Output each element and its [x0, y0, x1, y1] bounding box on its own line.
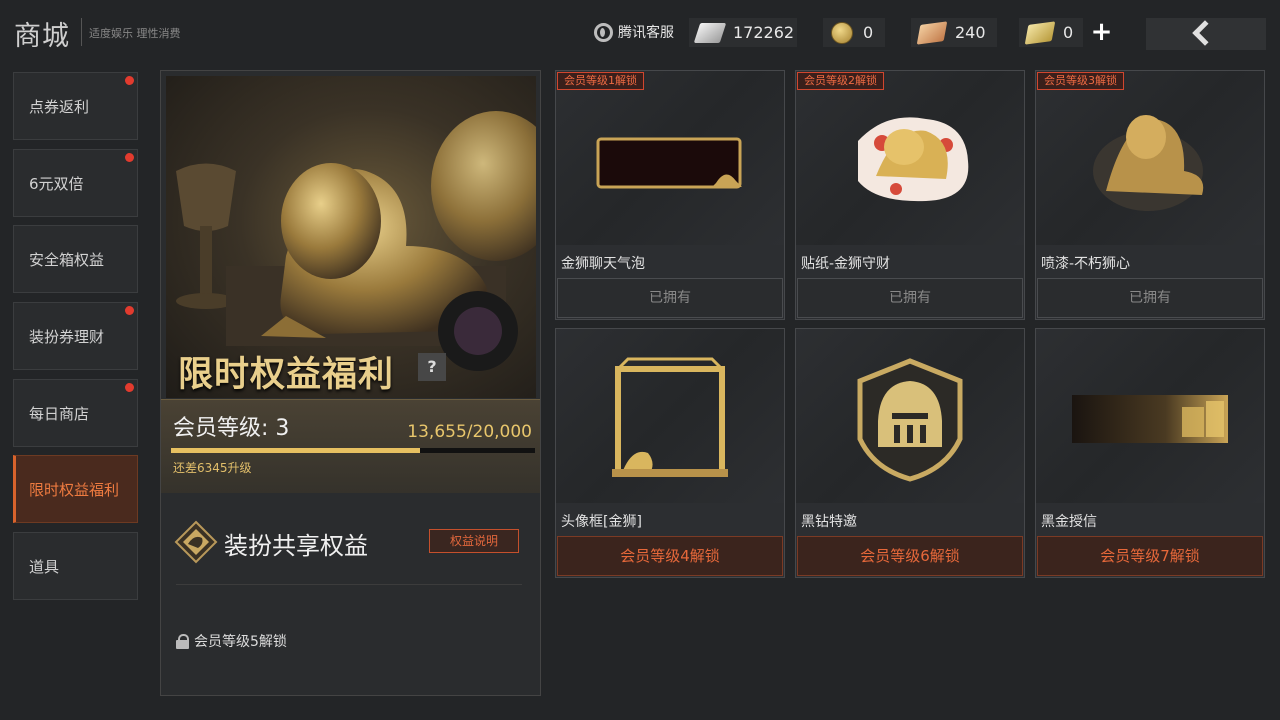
notification-badge: [125, 306, 134, 315]
lion-sticker-icon: [858, 117, 969, 202]
sidebar-item-double[interactable]: 6元双倍: [13, 149, 138, 217]
sidebar-item-limited-benefits[interactable]: 限时权益福利: [13, 455, 138, 523]
xp-progress-fill: [171, 448, 420, 453]
member-level-panel: 会员等级: 3 13,655/20,000 还差6345升级: [161, 399, 540, 493]
page-subtitle: 适度娱乐 理性消费: [89, 27, 181, 40]
reward-item-sticker[interactable]: 会员等级2解锁 贴纸-金狮守财 已拥有: [795, 70, 1025, 320]
currency-value: 240: [955, 23, 986, 42]
item-art: [556, 329, 784, 503]
item-name: 金狮聊天气泡: [561, 256, 645, 272]
currency-coin[interactable]: 0: [823, 18, 885, 47]
sidebar-item-finance[interactable]: 装扮券理财: [13, 302, 138, 370]
sidebar-item-label: 道具: [29, 557, 60, 576]
chat-bubble-frame-icon: [596, 137, 742, 189]
currency-value: 0: [1063, 23, 1074, 42]
knight-helmet-emblem-icon: [857, 358, 963, 482]
item-unlock-status[interactable]: 会员等级4解锁: [557, 536, 783, 576]
lion-spray-icon: [1093, 115, 1204, 211]
sidebar-item-label: 安全箱权益: [29, 250, 105, 269]
item-name: 喷漆-不朽狮心: [1041, 256, 1131, 272]
item-art: [796, 71, 1024, 245]
item-unlock-status[interactable]: 会员等级7解锁: [1037, 536, 1263, 576]
chevron-left-icon: [1192, 20, 1218, 46]
item-owned-status: 已拥有: [557, 278, 783, 318]
customer-service-button[interactable]: 腾讯客服: [594, 22, 674, 42]
item-art: [556, 71, 784, 245]
help-button[interactable]: ?: [418, 353, 446, 381]
sidebar-item-label: 6元双倍: [29, 174, 84, 193]
item-art: [796, 329, 1024, 503]
sidebar-item-label: 限时权益福利: [29, 480, 120, 499]
coin-icon: [831, 21, 853, 44]
item-name: 贴纸-金狮守财: [801, 256, 891, 272]
currency-voucher[interactable]: 240: [911, 18, 997, 47]
currency-ticket[interactable]: 172262: [689, 18, 797, 47]
unlock-requirement: 会员等级5解锁: [176, 631, 287, 651]
share-benefit-icon: [174, 520, 218, 564]
unlock-level-tag: 会员等级1解锁: [557, 72, 644, 90]
unlock-level-tag: 会员等级2解锁: [797, 72, 884, 90]
gold-voucher-icon: [1024, 20, 1056, 45]
currency-value: 172262: [733, 23, 795, 42]
section-divider: [176, 584, 522, 585]
ticket-icon: [693, 22, 727, 43]
unlock-requirement-text: 会员等级5解锁: [194, 634, 287, 650]
member-level-label: 会员等级: 3: [173, 416, 290, 441]
benefit-explain-button[interactable]: 权益说明: [429, 529, 519, 553]
reward-item-black-gold[interactable]: 黑金授信 会员等级7解锁: [1035, 328, 1265, 578]
sidebar-item-safebox[interactable]: 安全箱权益: [13, 225, 138, 293]
voucher-icon: [916, 20, 948, 45]
sidebar-item-rebate[interactable]: 点券返利: [13, 72, 138, 140]
customer-service-label: 腾讯客服: [618, 25, 674, 41]
reward-item-avatar-frame[interactable]: 头像框[金狮] 会员等级4解锁: [555, 328, 785, 578]
hero-banner: 限时权益福利 ?: [166, 76, 536, 398]
item-name: 黑钻特邀: [801, 514, 857, 530]
level-remaining-text: 还差6345升级: [173, 461, 252, 475]
reward-item-chat-bubble[interactable]: 会员等级1解锁 金狮聊天气泡 已拥有: [555, 70, 785, 320]
title-divider: [81, 18, 82, 46]
sidebar-item-props[interactable]: 道具: [13, 532, 138, 600]
item-name: 黑金授信: [1041, 514, 1097, 530]
hero-title: 限时权益福利: [178, 355, 395, 395]
black-gold-banner-icon: [1072, 395, 1228, 443]
add-currency-button[interactable]: +: [1088, 19, 1115, 47]
sidebar-item-label: 每日商店: [29, 404, 90, 423]
sidebar-item-label: 装扮券理财: [29, 327, 105, 346]
xp-progress-text: 13,655/20,000: [407, 422, 532, 442]
notification-badge: [125, 76, 134, 85]
benefit-feature-card: 限时权益福利 ? 会员等级: 3 13,655/20,000 还差6345升级 …: [160, 70, 541, 696]
sidebar-item-daily-shop[interactable]: 每日商店: [13, 379, 138, 447]
share-benefit-title: 装扮共享权益: [224, 532, 368, 560]
sidebar-item-label: 点券返利: [29, 97, 90, 116]
avatar-frame-icon: [612, 357, 728, 477]
customer-service-icon: [594, 22, 613, 42]
currency-value: 0: [863, 23, 874, 42]
currency-gold-voucher[interactable]: 0: [1019, 18, 1083, 47]
item-name: 头像框[金狮]: [561, 514, 642, 530]
item-art: [1036, 71, 1264, 245]
page-title: 商城: [14, 21, 70, 52]
reward-item-black-diamond[interactable]: 黑钻特邀 会员等级6解锁: [795, 328, 1025, 578]
item-unlock-status[interactable]: 会员等级6解锁: [797, 536, 1023, 576]
item-owned-status: 已拥有: [1037, 278, 1263, 318]
top-bar: 商城 适度娱乐 理性消费 腾讯客服 172262 0 240 0 +: [0, 0, 1280, 64]
item-owned-status: 已拥有: [797, 278, 1023, 318]
unlock-level-tag: 会员等级3解锁: [1037, 72, 1124, 90]
notification-badge: [125, 153, 134, 162]
xp-progress-bar: [171, 448, 535, 453]
item-art: [1036, 329, 1264, 503]
notification-badge: [125, 383, 134, 392]
back-button[interactable]: [1146, 18, 1266, 50]
reward-item-spray[interactable]: 会员等级3解锁 喷漆-不朽狮心 已拥有: [1035, 70, 1265, 320]
lock-icon: [176, 633, 189, 649]
